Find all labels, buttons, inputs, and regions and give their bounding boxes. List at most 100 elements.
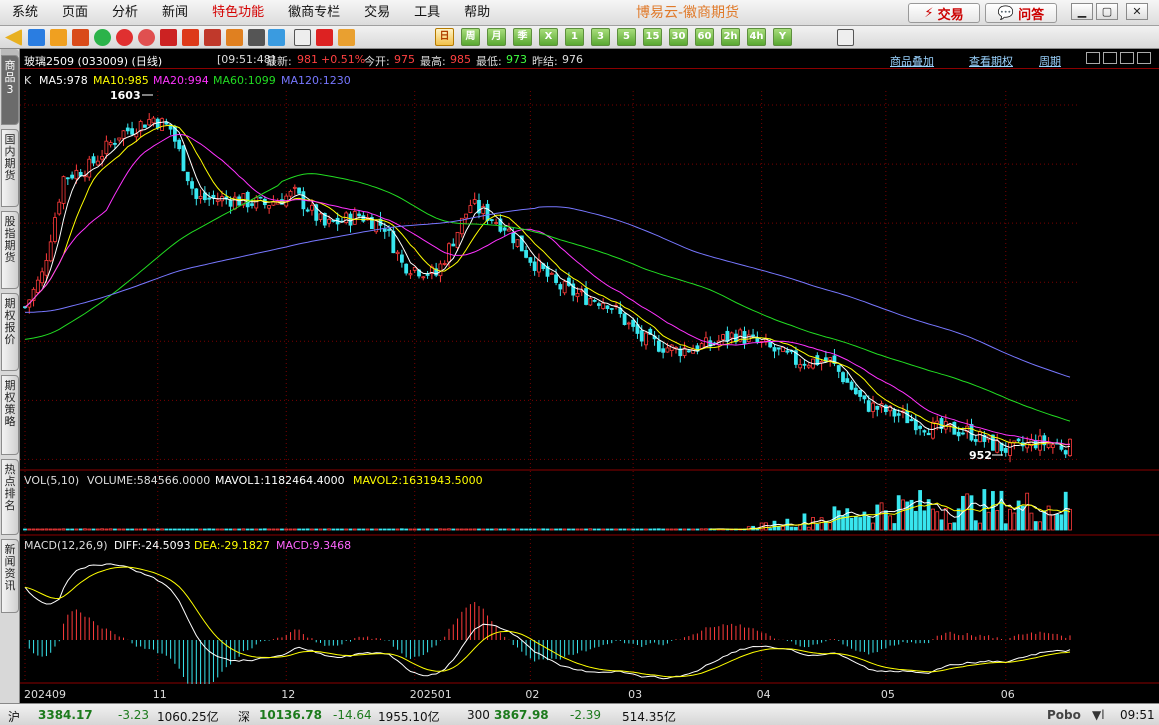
high-marker: 1603 — [110, 89, 141, 102]
left-tab-2[interactable]: 股指期货 — [1, 211, 19, 289]
period-button-11[interactable]: 2h — [721, 28, 740, 46]
volume-bar — [250, 528, 254, 531]
menu-8[interactable]: 帮助 — [452, 0, 502, 26]
period-button-6[interactable]: 3 — [591, 28, 610, 46]
volume-bar — [669, 528, 674, 531]
candle-body — [395, 251, 400, 255]
volume-bar — [207, 528, 212, 531]
period-button-4[interactable]: X — [539, 28, 558, 46]
low-value: 973 — [506, 53, 527, 66]
latest-label: 最新: — [266, 55, 292, 68]
new-icon[interactable] — [268, 29, 285, 46]
arrow-left-right-icon[interactable] — [1086, 52, 1100, 64]
volume-bar — [241, 528, 246, 531]
candle-body — [91, 156, 96, 164]
menu-1[interactable]: 页面 — [50, 0, 100, 26]
volume-bar — [1038, 521, 1042, 531]
close-icon: ✕ — [1132, 5, 1142, 18]
left-tab-6[interactable]: 新闻资讯 — [1, 539, 19, 613]
volume-bar — [656, 528, 661, 531]
menu-7[interactable]: 工具 — [402, 0, 452, 26]
volume-bar — [875, 504, 880, 531]
period-button-3[interactable]: 季 — [513, 28, 532, 46]
candle-body — [57, 201, 62, 215]
volume-bar — [134, 528, 139, 531]
left-tab-5[interactable]: 热点排名 — [1, 459, 19, 535]
tick-icon[interactable] — [226, 29, 243, 46]
pen-icon[interactable] — [182, 29, 199, 46]
period-button-5[interactable]: 1 — [565, 28, 584, 46]
period-button-0[interactable]: 日 — [435, 28, 454, 46]
menu-3[interactable]: 新闻 — [150, 0, 200, 26]
left-tab-1[interactable]: 国内期货 — [1, 129, 19, 207]
kline-chart[interactable]: K MA5:978 MA10:985 MA20:994 MA60:1099 MA… — [20, 69, 1159, 703]
period-button-8[interactable]: 15 — [643, 28, 662, 46]
sz-label: 深 — [238, 710, 251, 724]
volume-bar — [584, 528, 588, 531]
view-options-link[interactable]: 查看期权 — [969, 53, 1013, 69]
period-button-9[interactable]: 30 — [669, 28, 688, 46]
toolbar: 日周月季 X 1 3 5 15 30 60 2h 4h Y — [0, 26, 1159, 49]
zoom-in-icon[interactable] — [116, 29, 133, 46]
volume-bar — [181, 528, 186, 531]
trade-button[interactable]: ⚡ 交易 — [908, 3, 980, 23]
candle-body — [442, 263, 447, 265]
menu-4[interactable]: 特色功能 — [200, 0, 276, 26]
layout-icon[interactable] — [1120, 52, 1134, 64]
candle-body — [956, 431, 961, 437]
volume-bar — [575, 528, 580, 531]
volume-bar — [155, 528, 160, 531]
maximize-button[interactable]: ▢ — [1096, 3, 1118, 20]
period-button-13[interactable]: Y — [773, 28, 792, 46]
arrow-split-icon[interactable] — [1103, 52, 1117, 64]
menu-0[interactable]: 系统 — [0, 0, 50, 26]
refresh-icon[interactable] — [94, 29, 111, 46]
candle-body — [53, 217, 57, 242]
macd-dea: DEA:-29.1827 — [194, 539, 270, 552]
candle-body — [310, 204, 314, 211]
candle-body — [892, 409, 897, 417]
volume-bar — [853, 516, 858, 531]
window-icon[interactable] — [160, 29, 177, 46]
back-arrow-icon[interactable] — [5, 29, 22, 46]
layers-icon[interactable] — [50, 29, 67, 46]
candle-body — [973, 439, 978, 442]
pie-chart-icon[interactable] — [72, 29, 89, 46]
grid-icon[interactable] — [837, 29, 854, 46]
lamp-icon[interactable] — [204, 29, 221, 46]
volume-bar — [104, 528, 109, 531]
period-button-1[interactable]: 周 — [461, 28, 480, 46]
left-tab-0[interactable]: 商品3 — [1, 55, 19, 125]
period-button-2[interactable]: 月 — [487, 28, 506, 46]
left-tab-4[interactable]: 期权策略 — [1, 375, 19, 455]
period-link[interactable]: 周期 — [1039, 53, 1061, 69]
zoom-out-icon[interactable] — [138, 29, 155, 46]
trend-line-icon[interactable] — [316, 29, 333, 46]
candle-body — [858, 390, 863, 397]
candle-body — [639, 330, 644, 342]
candle-body — [472, 199, 477, 204]
volume-bars — [23, 489, 1072, 531]
panel-close-icon[interactable] — [1137, 52, 1151, 64]
volume-bar — [665, 528, 670, 531]
left-tab-3[interactable]: 期权报价 — [1, 293, 19, 371]
funnel-icon[interactable] — [248, 29, 265, 46]
table-icon[interactable] — [294, 29, 311, 46]
minimize-button[interactable]: ▁ — [1071, 3, 1093, 20]
period-button-7[interactable]: 5 — [617, 28, 636, 46]
candle-body — [729, 332, 734, 339]
menu-5[interactable]: 徽商专栏 — [276, 0, 352, 26]
person-icon[interactable] — [28, 29, 45, 46]
period-button-10[interactable]: 60 — [695, 28, 714, 46]
qa-button[interactable]: 💬 问答 — [985, 3, 1057, 23]
overlay-commodity-link[interactable]: 商品叠加 — [890, 53, 934, 69]
period-button-12[interactable]: 4h — [747, 28, 766, 46]
volume-bar — [956, 508, 961, 531]
close-button[interactable]: ✕ — [1126, 3, 1148, 20]
menu-2[interactable]: 分析 — [100, 0, 150, 26]
menu-6[interactable]: 交易 — [352, 0, 402, 26]
chart-tool-icon[interactable] — [338, 29, 355, 46]
volume-bar — [828, 522, 833, 531]
candle-body — [177, 139, 182, 150]
volume-bar — [421, 528, 426, 531]
